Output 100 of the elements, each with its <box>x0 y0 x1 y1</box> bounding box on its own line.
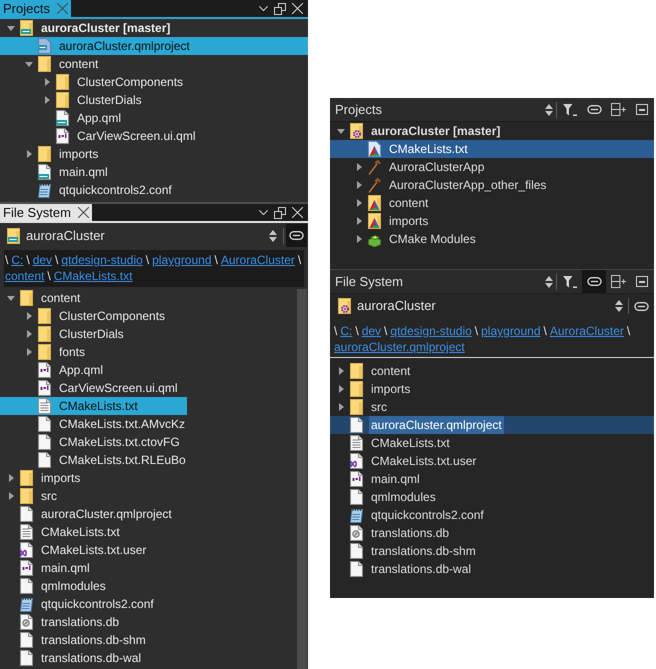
caret-right-icon[interactable] <box>356 235 362 243</box>
tree-item[interactable]: CMakeLists.txt.RLEuBo <box>59 451 186 469</box>
folder-dropdown[interactable]: auroraCluster <box>338 294 628 318</box>
tree-item[interactable]: content <box>389 194 428 212</box>
selected-row[interactable]: CMakeLists.txt <box>330 140 654 158</box>
caret-right-icon[interactable] <box>356 199 362 207</box>
tree-item[interactable]: qtquickcontrols2.conf <box>369 506 486 524</box>
caret-right-icon[interactable] <box>338 385 344 393</box>
tree-item[interactable]: AuroraClusterApp_other_files <box>389 176 546 194</box>
breadcrumb-link[interactable]: AuroraCluster <box>550 323 624 339</box>
caret-right-icon[interactable] <box>8 492 14 500</box>
link-button[interactable] <box>286 224 307 247</box>
caret-right-icon[interactable] <box>356 163 362 171</box>
tree-item[interactable]: auroraCluster [master] <box>371 122 500 140</box>
tree-item[interactable]: translations.db-shm <box>369 542 478 560</box>
tab[interactable]: Projects <box>0 0 71 17</box>
breadcrumb-link[interactable]: dev <box>32 252 52 268</box>
breadcrumb-link[interactable]: AuroraCluster <box>220 252 295 268</box>
float-icon[interactable] <box>274 206 286 218</box>
tree-item[interactable]: imports <box>41 469 80 487</box>
selected-row[interactable]: auroraCluster.qmlproject <box>330 416 654 434</box>
tree-item[interactable]: ClusterDials <box>59 325 124 343</box>
tree-item[interactable]: qtquickcontrols2.conf <box>41 595 154 613</box>
tree-item[interactable]: App.qml <box>77 109 122 127</box>
caret-right-icon[interactable] <box>26 312 32 320</box>
tree-item[interactable]: qmlmodules <box>41 577 106 595</box>
tree-item[interactable]: ClusterComponents <box>59 307 166 325</box>
caret-down-icon[interactable] <box>7 296 15 300</box>
float-icon[interactable] <box>274 2 286 14</box>
tree-item[interactable]: content <box>369 362 412 380</box>
caret-down-icon[interactable] <box>337 128 345 134</box>
chevron-down-icon[interactable] <box>259 6 268 11</box>
folder-icon <box>38 326 51 342</box>
tree-item[interactable]: ClusterDials <box>77 91 142 109</box>
tree-item[interactable]: translations.db <box>41 613 120 631</box>
tree-item[interactable]: auroraCluster.qmlproject <box>59 37 190 55</box>
tree-item[interactable]: CMakeLists.txt <box>41 523 120 541</box>
tree-item[interactable]: CMakeLists.txt <box>389 140 468 158</box>
caret-right-icon[interactable] <box>44 78 50 86</box>
breadcrumb-link[interactable]: qtdesign-studio <box>390 323 472 339</box>
tree-item[interactable]: imports <box>369 380 412 398</box>
tree-item[interactable]: main.qml <box>41 559 90 577</box>
tree-item[interactable]: CMakeLists.txt <box>369 434 452 452</box>
caret-right-icon[interactable] <box>338 403 344 411</box>
caret-right-icon[interactable] <box>356 181 362 189</box>
breadcrumb-link[interactable]: content <box>5 268 44 284</box>
chevron-down-icon[interactable] <box>259 210 268 215</box>
breadcrumb-link[interactable]: C: <box>340 323 352 339</box>
tree-item[interactable]: translations.db-wal <box>41 649 142 667</box>
breadcrumb-link[interactable]: CMakeLists.txt <box>54 268 132 284</box>
tree-item[interactable]: qtquickcontrols2.conf <box>59 181 172 199</box>
tree-item[interactable]: CarViewScreen.ui.qml <box>77 127 196 145</box>
tree-item[interactable]: main.qml <box>59 163 108 181</box>
caret-right-icon[interactable] <box>44 96 50 104</box>
tree-item[interactable]: CMakeLists.txt <box>59 397 138 415</box>
tree-item[interactable]: content <box>41 289 80 307</box>
tree-item[interactable]: translations.db-wal <box>369 560 474 578</box>
tree-item[interactable]: translations.db-shm <box>41 631 146 649</box>
selected-row[interactable]: auroraCluster.qmlproject <box>0 37 308 55</box>
tree-item[interactable]: src <box>41 487 57 505</box>
tree-item[interactable]: CarViewScreen.ui.qml <box>59 379 178 397</box>
tree-item[interactable]: qmlmodules <box>369 488 438 506</box>
selected-row[interactable]: CMakeLists.txt <box>0 397 187 415</box>
link-button[interactable] <box>582 270 606 293</box>
tree-item[interactable]: src <box>369 398 389 416</box>
tree-item[interactable]: auroraCluster.qmlproject <box>369 416 504 434</box>
tree-item[interactable]: CMakeLists.txt.AMvcKz <box>59 415 186 433</box>
caret-down-icon[interactable] <box>7 26 15 30</box>
tree-item[interactable]: imports <box>389 212 428 230</box>
tree-item[interactable]: main.qml <box>369 470 422 488</box>
folder-dropdown[interactable]: auroraCluster <box>7 223 283 248</box>
tree-item[interactable]: translations.db <box>369 524 452 542</box>
tree-item[interactable]: auroraCluster [master] <box>41 19 170 37</box>
tree-item[interactable]: fonts <box>59 343 86 361</box>
caret-right-icon[interactable] <box>26 150 32 158</box>
tab[interactable]: File System <box>0 204 92 221</box>
breadcrumb-link[interactable]: playground <box>481 323 541 339</box>
tree-item[interactable]: AuroraClusterApp <box>389 158 484 176</box>
caret-down-icon[interactable] <box>25 62 33 66</box>
tree-item[interactable]: CMakeLists.txt.ctovFG <box>59 433 180 451</box>
close-icon[interactable] <box>78 207 89 218</box>
breadcrumb-link[interactable]: auroraCluster.qmlproject <box>334 339 465 355</box>
tree-item[interactable]: CMakeLists.txt.user <box>369 452 478 470</box>
tree-item[interactable]: auroraCluster.qmlproject <box>41 505 172 523</box>
caret-right-icon[interactable] <box>8 474 14 482</box>
tree-item[interactable]: App.qml <box>59 361 104 379</box>
caret-right-icon[interactable] <box>26 330 32 338</box>
scrollbar[interactable] <box>297 289 307 669</box>
tree-item[interactable]: ClusterComponents <box>77 73 184 91</box>
caret-right-icon[interactable] <box>356 217 362 225</box>
tree-item[interactable]: content <box>59 55 98 73</box>
breadcrumb-link[interactable]: dev <box>362 323 382 339</box>
tree-item[interactable]: imports <box>59 145 98 163</box>
breadcrumb-link[interactable]: C: <box>11 252 24 268</box>
tree-item[interactable]: CMakeLists.txt.user <box>41 541 146 559</box>
breadcrumb-link[interactable]: qtdesign-studio <box>61 252 143 268</box>
tree-item[interactable]: CMake Modules <box>389 230 476 248</box>
breadcrumb-link[interactable]: playground <box>152 252 212 268</box>
caret-right-icon[interactable] <box>338 367 344 375</box>
caret-right-icon[interactable] <box>26 348 32 356</box>
